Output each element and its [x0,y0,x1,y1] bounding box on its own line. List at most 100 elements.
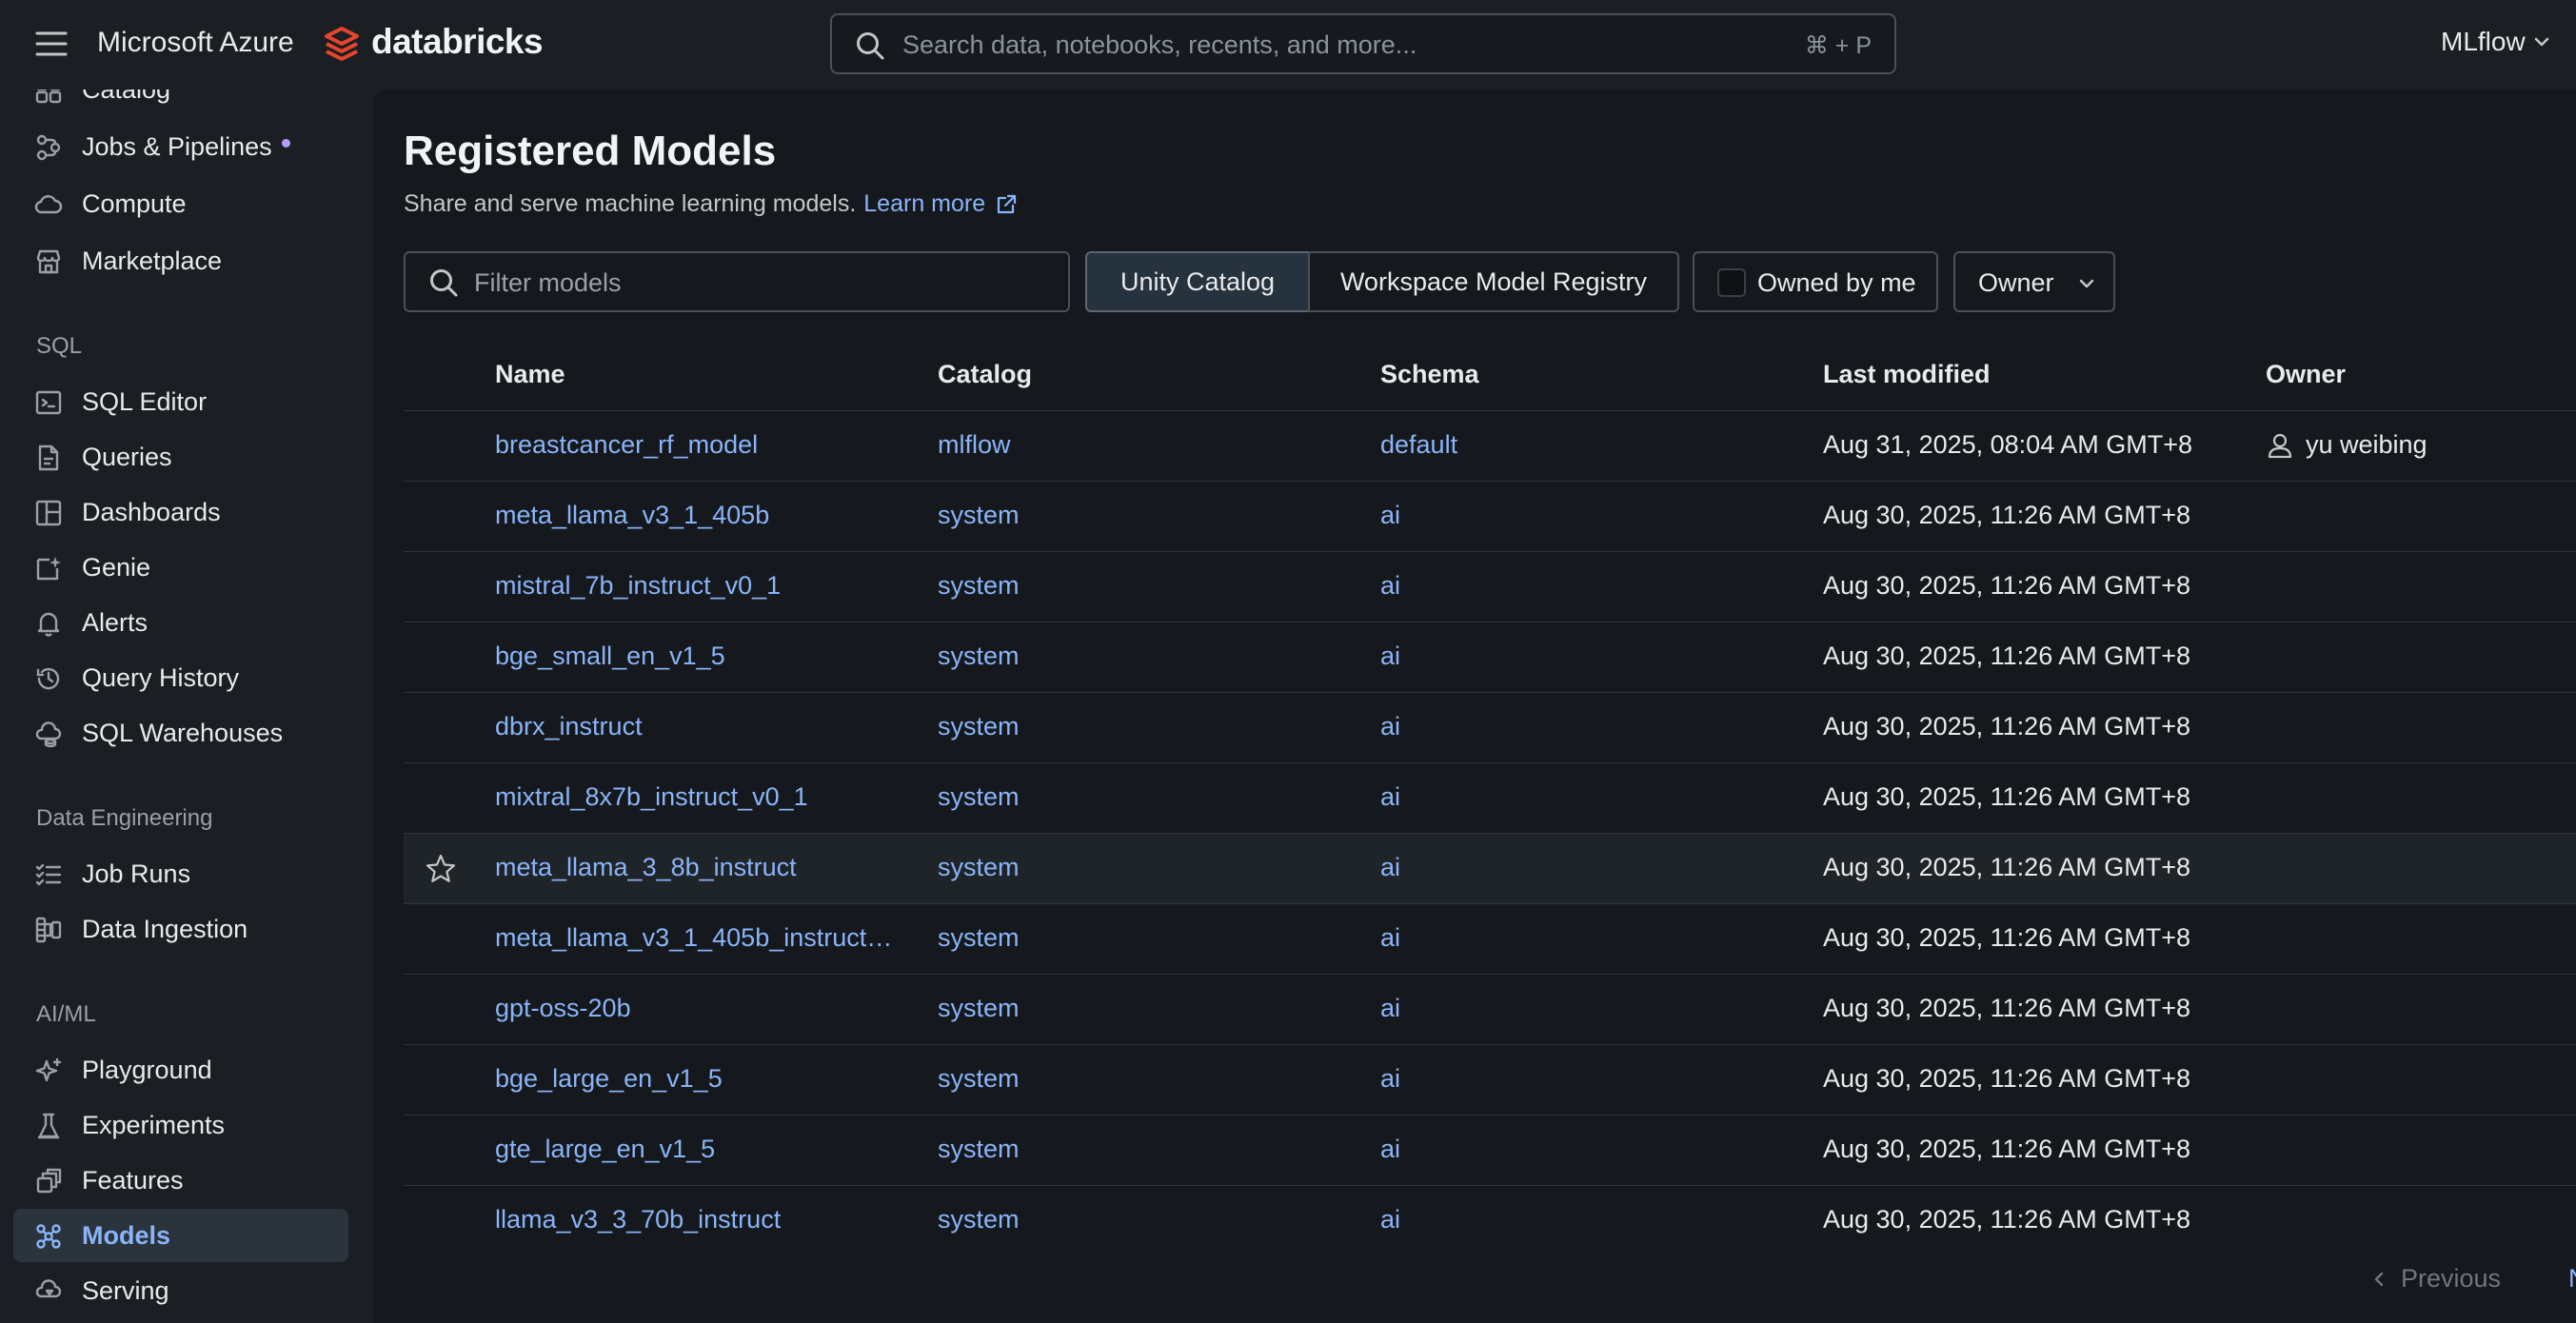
sidebar-item-job-runs[interactable]: Job Runs [13,847,348,900]
catalog-link[interactable]: system [938,1064,1020,1094]
sidebar-item-genie[interactable]: Genie [13,541,348,594]
notification-dot [282,139,290,148]
schema-link[interactable]: ai [1380,1064,1400,1094]
column-header-schema[interactable]: Schema [1380,360,1479,389]
serving-icon [34,1277,63,1306]
catalog-link[interactable]: system [938,571,1020,601]
global-search-input[interactable]: Search data, notebooks, recents, and mor… [830,13,1896,74]
catalog-link[interactable]: system [938,994,1020,1023]
schema-link[interactable]: ai [1380,501,1400,530]
sidebar: Catalog Jobs & Pipelines Compute Marketp… [0,89,362,1323]
table-row[interactable]: bge_small_en_v1_5 system ai Aug 30, 2025… [404,622,2576,693]
star-icon[interactable] [425,853,457,885]
catalog-link[interactable]: system [938,1205,1020,1234]
model-name-link[interactable]: bge_large_en_v1_5 [495,1064,723,1094]
sidebar-item-compute[interactable]: Compute [13,177,348,230]
sidebar-item-sql-editor[interactable]: SQL Editor [13,375,348,428]
section-label-sql: SQL [36,333,83,359]
schema-link[interactable]: default [1380,430,1457,460]
model-name-link[interactable]: gte_large_en_v1_5 [495,1135,715,1164]
model-name-link[interactable]: llama_v3_3_70b_instruct [495,1205,781,1234]
sidebar-item-queries[interactable]: Queries [13,430,348,484]
unity-catalog-toggle[interactable]: Unity Catalog [1085,251,1310,312]
schema-link[interactable]: ai [1380,853,1400,882]
learn-more-link[interactable]: Learn more [863,190,985,218]
table-row[interactable]: mistral_7b_instruct_v0_1 system ai Aug 3… [404,552,2576,622]
table-row[interactable]: meta_llama_v3_1_405b system ai Aug 30, 2… [404,482,2576,552]
sidebar-item-alerts[interactable]: Alerts [13,596,348,649]
sidebar-item-label: Models [82,1221,171,1250]
sidebar-item-models[interactable]: Models [13,1209,348,1262]
schema-link[interactable]: ai [1380,782,1400,812]
workspace-menu-button[interactable]: MLflow [2441,27,2552,57]
column-header-owner[interactable]: Owner [2266,360,2346,389]
schema-link[interactable]: ai [1380,994,1400,1023]
sidebar-item-features[interactable]: Features [13,1154,348,1207]
table-row[interactable]: meta_llama_3_8b_instruct system ai Aug 3… [404,834,2576,904]
schema-link[interactable]: ai [1380,1205,1400,1234]
schema-link[interactable]: ai [1380,1135,1400,1164]
databricks-logo-icon[interactable] [324,25,360,63]
column-header-catalog[interactable]: Catalog [938,360,1032,389]
model-name-link[interactable]: breastcancer_rf_model [495,430,758,460]
model-name-link[interactable]: meta_llama_3_8b_instruct [495,853,797,882]
sidebar-item-label: Dashboards [82,498,221,526]
owner-filter-dropdown[interactable]: Owner [1953,251,2115,312]
table-row[interactable]: breastcancer_rf_model mlflow default Aug… [404,411,2576,482]
column-header-name[interactable]: Name [495,360,565,389]
table-row[interactable]: gte_large_en_v1_5 system ai Aug 30, 2025… [404,1116,2576,1186]
last-modified: Aug 30, 2025, 11:26 AM GMT+8 [1823,571,2190,600]
schema-link[interactable]: ai [1380,923,1400,953]
model-name-link[interactable]: meta_llama_v3_1_405b_instruct_fp8 [495,923,904,953]
sidebar-item-data-ingestion[interactable]: Data Ingestion [13,902,348,956]
previous-page-button[interactable]: Previous [2370,1264,2501,1293]
menu-icon[interactable] [34,29,69,59]
sidebar-item-query-history[interactable]: Query History [13,651,348,704]
main-content: Registered Models Share and serve machin… [373,89,2576,1323]
page-description: Share and serve machine learning models. [404,190,857,217]
model-name-link[interactable]: mistral_7b_instruct_v0_1 [495,571,781,601]
column-header-last-modified[interactable]: Last modified [1823,360,1991,389]
sidebar-item-experiments[interactable]: Experiments [13,1098,348,1152]
workspace-registry-toggle[interactable]: Workspace Model Registry [1308,251,1679,312]
next-page-button[interactable]: Next [2568,1264,2576,1293]
owned-by-me-checkbox[interactable] [1717,268,1746,297]
catalog-link[interactable]: mlflow [938,430,1011,460]
table-row[interactable]: meta_llama_v3_1_405b_instruct_fp8 system… [404,904,2576,975]
databricks-brand[interactable]: databricks [371,22,544,62]
owned-by-me-filter[interactable]: Owned by me [1693,251,1938,312]
schema-link[interactable]: ai [1380,642,1400,671]
sidebar-item-playground[interactable]: Playground [13,1043,348,1096]
catalog-link[interactable]: system [938,923,1020,953]
last-modified: Aug 30, 2025, 11:26 AM GMT+8 [1823,501,2190,529]
table-row[interactable]: dbrx_instruct system ai Aug 30, 2025, 11… [404,693,2576,763]
model-name-link[interactable]: gpt-oss-20b [495,994,631,1023]
sidebar-item-catalog[interactable]: Catalog [13,89,348,116]
model-name-link[interactable]: bge_small_en_v1_5 [495,642,725,671]
query-file-icon [34,444,63,472]
catalog-link[interactable]: system [938,501,1020,530]
table-row[interactable]: mixtral_8x7b_instruct_v0_1 system ai Aug… [404,763,2576,834]
schema-link[interactable]: ai [1380,712,1400,741]
sidebar-item-marketplace[interactable]: Marketplace [13,234,348,287]
table-row[interactable]: llama_v3_3_70b_instruct system ai Aug 30… [404,1186,2576,1256]
model-name-link[interactable]: meta_llama_v3_1_405b [495,501,769,530]
catalog-link[interactable]: system [938,1135,1020,1164]
azure-brand: Microsoft Azure [97,27,294,58]
model-name-link[interactable]: mixtral_8x7b_instruct_v0_1 [495,782,808,812]
table-row[interactable]: bge_large_en_v1_5 system ai Aug 30, 2025… [404,1045,2576,1116]
catalog-link[interactable]: system [938,642,1020,671]
catalog-link[interactable]: system [938,782,1020,812]
model-name-link[interactable]: dbrx_instruct [495,712,643,741]
last-modified: Aug 30, 2025, 11:26 AM GMT+8 [1823,1135,2190,1163]
catalog-link[interactable]: system [938,853,1020,882]
schema-link[interactable]: ai [1380,571,1400,601]
external-link-icon[interactable] [995,193,1018,216]
sidebar-item-serving[interactable]: Serving [13,1264,348,1317]
sidebar-item-dashboards[interactable]: Dashboards [13,485,348,539]
table-row[interactable]: gpt-oss-20b system ai Aug 30, 2025, 11:2… [404,975,2576,1045]
sidebar-item-jobs-pipelines[interactable]: Jobs & Pipelines [13,120,348,173]
sidebar-item-sql-warehouses[interactable]: SQL Warehouses [13,706,348,760]
catalog-link[interactable]: system [938,712,1020,741]
filter-models-input[interactable]: Filter models [404,251,1070,312]
